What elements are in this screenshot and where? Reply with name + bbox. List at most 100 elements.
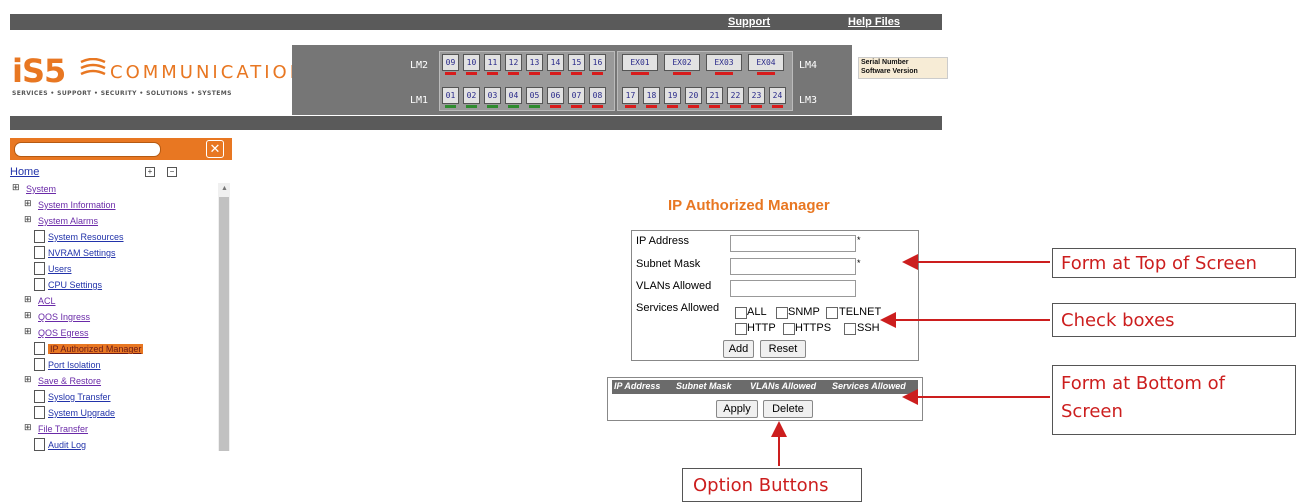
service-https-label: HTTPS [795, 322, 832, 334]
port-ex01[interactable]: EX01 [622, 54, 658, 75]
port-24[interactable]: 24 [769, 87, 786, 108]
sidebar-item-file-transfer[interactable]: File Transfer [38, 424, 88, 434]
port-ex03[interactable]: EX03 [706, 54, 742, 75]
tree-expand-icon[interactable]: ⊞ [24, 374, 32, 385]
sidebar-item-system-alarms[interactable]: System Alarms [38, 216, 98, 226]
page-title: IP Authorized Manager [668, 197, 830, 214]
col-subnet-mask: Subnet Mask [676, 381, 732, 391]
port-15[interactable]: 15 [568, 54, 585, 75]
sidebar-item-cpu-settings[interactable]: CPU Settings [48, 280, 102, 290]
port-16[interactable]: 16 [589, 54, 606, 75]
page-icon [34, 358, 45, 371]
port-10[interactable]: 10 [463, 54, 480, 75]
port-label: 07 [571, 91, 582, 100]
port-label: 19 [667, 91, 678, 100]
tree-expand-icon[interactable]: ⊞ [24, 198, 32, 209]
col-vlans-allowed: VLANs Allowed [750, 381, 817, 391]
port-status-led [751, 105, 762, 108]
port-11[interactable]: 11 [484, 54, 501, 75]
sidebar-item-acl[interactable]: ACL [38, 296, 56, 306]
port-13[interactable]: 13 [526, 54, 543, 75]
port-04[interactable]: 04 [505, 87, 522, 108]
reset-button[interactable]: Reset [760, 340, 806, 358]
port-status-led [571, 105, 582, 108]
port-label: EX04 [756, 58, 776, 67]
port-09[interactable]: 09 [442, 54, 459, 75]
port-ex02[interactable]: EX02 [664, 54, 700, 75]
port-07[interactable]: 07 [568, 87, 585, 108]
tree-expand-icon[interactable]: ⊞ [24, 326, 32, 337]
help-files-link[interactable]: Help Files [848, 16, 900, 28]
port-18[interactable]: 18 [643, 87, 660, 108]
sidebar-item-system-information[interactable]: System Information [38, 200, 116, 210]
vlans-allowed-input[interactable] [730, 280, 856, 297]
apply-button[interactable]: Apply [716, 400, 758, 418]
scroll-up-icon[interactable]: ▲ [221, 185, 228, 192]
sidebar-item-system-resources[interactable]: System Resources [48, 232, 124, 242]
service-telnet-checkbox[interactable] [826, 307, 838, 319]
port-label: 20 [688, 91, 699, 100]
collapse-all-icon[interactable]: − [167, 167, 177, 177]
support-link[interactable]: Support [728, 16, 770, 28]
lm4-label: LM4 [799, 60, 818, 71]
port-05[interactable]: 05 [526, 87, 543, 108]
port-label: 15 [571, 58, 582, 67]
expand-all-icon[interactable]: + [145, 167, 155, 177]
tree-expand-icon[interactable]: ⊞ [24, 310, 32, 321]
sidebar-item-system-upgrade[interactable]: System Upgrade [48, 408, 115, 418]
port-status-led [772, 105, 783, 108]
service-telnet-label: TELNET [839, 306, 882, 318]
port-23[interactable]: 23 [748, 87, 765, 108]
service-snmp-checkbox[interactable] [776, 307, 788, 319]
port-ex04[interactable]: EX04 [748, 54, 784, 75]
service-all-checkbox[interactable] [735, 307, 747, 319]
sidebar-item-nvram-settings[interactable]: NVRAM Settings [48, 248, 116, 258]
port-label: 03 [487, 91, 498, 100]
sidebar-item-save-restore[interactable]: Save & Restore [38, 376, 101, 386]
tree-expand-icon[interactable]: ⊞ [12, 182, 20, 193]
tree-expand-icon[interactable]: ⊞ [24, 214, 32, 225]
sidebar-item-system[interactable]: System [26, 184, 56, 194]
sidebar-search-input[interactable] [14, 142, 161, 157]
sidebar-item-qos-egress[interactable]: QOS Egress [38, 328, 89, 338]
port-01[interactable]: 01 [442, 87, 459, 108]
service-http-checkbox[interactable] [735, 323, 747, 335]
sidebar-home-link[interactable]: Home [10, 166, 39, 178]
port-02[interactable]: 02 [463, 87, 480, 108]
service-https-checkbox[interactable] [783, 323, 795, 335]
sidebar-item-users[interactable]: Users [48, 264, 72, 274]
sidebar-scrollbar[interactable]: ▲ [218, 183, 230, 451]
close-icon[interactable]: ✕ [206, 140, 224, 158]
ip-address-input[interactable] [730, 235, 856, 252]
scrollbar-thumb[interactable] [219, 197, 229, 451]
port-12[interactable]: 12 [505, 54, 522, 75]
tree-expand-icon[interactable]: ⊞ [24, 422, 32, 433]
port-17[interactable]: 17 [622, 87, 639, 108]
subnet-mask-label: Subnet Mask [636, 258, 701, 270]
sidebar-item-audit-log[interactable]: Audit Log [48, 440, 86, 450]
subnet-mask-input[interactable] [730, 258, 856, 275]
port-19[interactable]: 19 [664, 87, 681, 108]
sidebar-item-port-isolation[interactable]: Port Isolation [48, 360, 101, 370]
port-03[interactable]: 03 [484, 87, 501, 108]
port-21[interactable]: 21 [706, 87, 723, 108]
port-14[interactable]: 14 [547, 54, 564, 75]
port-status-led [715, 72, 733, 75]
delete-button[interactable]: Delete [763, 400, 813, 418]
port-status-led [529, 105, 540, 108]
port-22[interactable]: 22 [727, 87, 744, 108]
table-header-row: IP Address Subnet Mask VLANs Allowed Ser… [612, 380, 918, 394]
tree-expand-icon[interactable]: ⊞ [24, 294, 32, 305]
sidebar-item-ip-authorized-manager[interactable]: IP Authorized Manager [48, 344, 144, 354]
callout-form-top: Form at Top of Screen [1052, 248, 1296, 278]
port-status-led [688, 105, 699, 108]
service-ssh-checkbox[interactable] [844, 323, 856, 335]
page-icon [34, 342, 45, 355]
port-label: 21 [709, 91, 720, 100]
sidebar-item-syslog-transfer[interactable]: Syslog Transfer [48, 392, 111, 402]
port-06[interactable]: 06 [547, 87, 564, 108]
port-08[interactable]: 08 [589, 87, 606, 108]
add-button[interactable]: Add [723, 340, 754, 358]
sidebar-item-qos-ingress[interactable]: QOS Ingress [38, 312, 90, 322]
port-20[interactable]: 20 [685, 87, 702, 108]
